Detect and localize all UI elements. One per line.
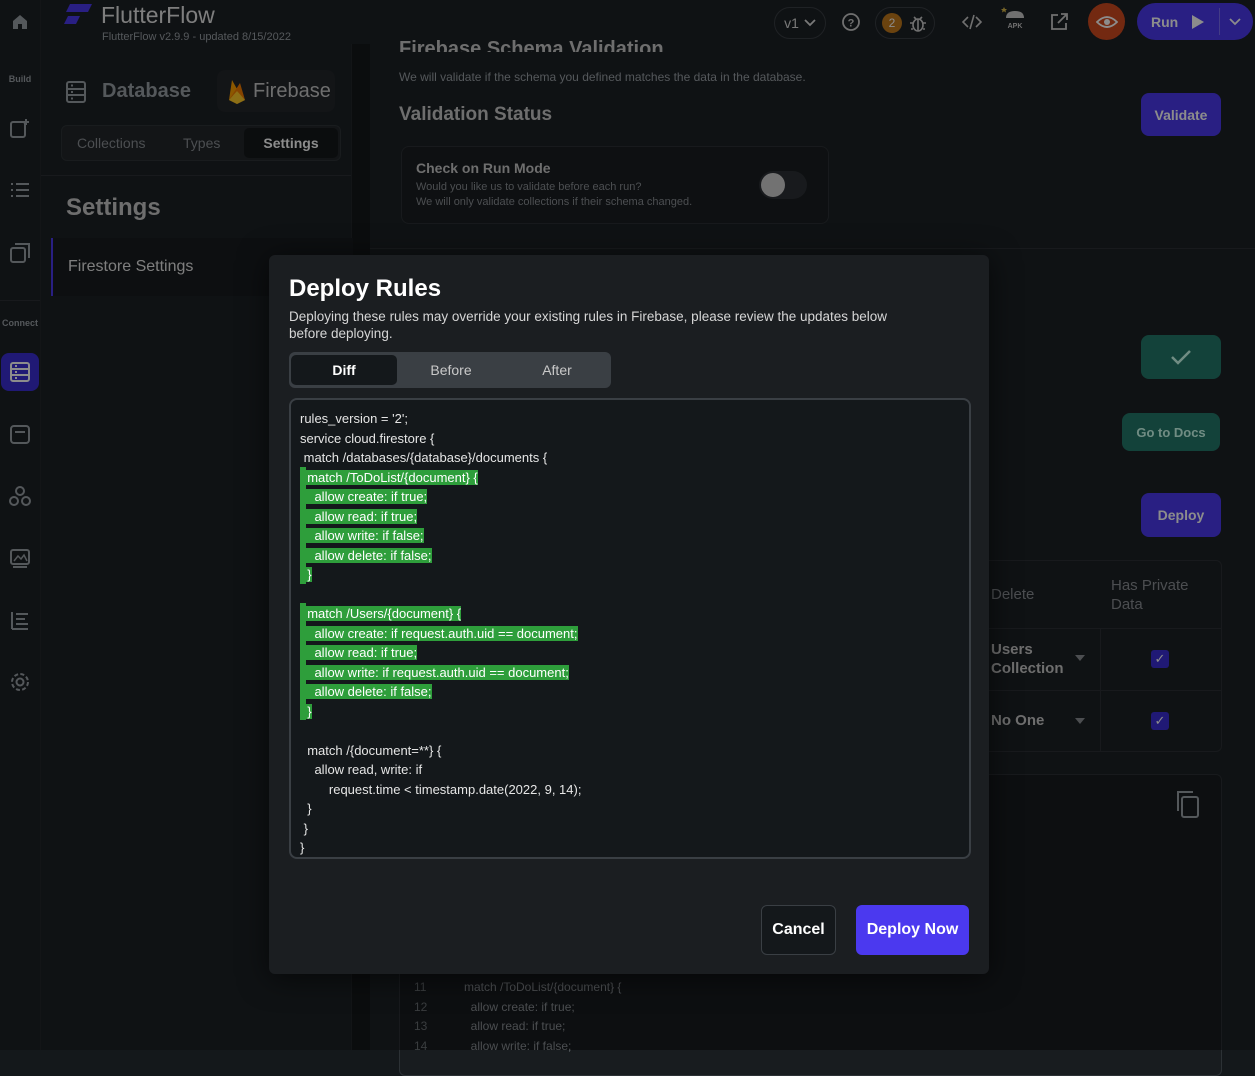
code-line: allow write: if request.auth.uid == docu…	[300, 663, 569, 682]
code-line: match /ToDoList/{document} {	[300, 468, 478, 487]
code-line-text: allow delete: if false;	[300, 684, 432, 699]
code-line: allow read: if true;	[300, 507, 418, 526]
cancel-button[interactable]: Cancel	[761, 905, 836, 955]
code-line-text: allow write: if request.auth.uid == docu…	[300, 664, 569, 680]
code-line-text: match /Users/{document} {	[300, 606, 462, 621]
code-line-text: allow create: if true;	[300, 489, 428, 504]
tab-before[interactable]: Before	[401, 355, 501, 385]
code-line: allow create: if true;	[300, 487, 428, 506]
code-line-text: allow read: if true;	[300, 508, 418, 524]
code-line-text: allow read: if true;	[300, 645, 418, 660]
code-line: allow delete: if false;	[300, 546, 432, 565]
code-line-text: }	[300, 820, 308, 836]
code-line: }	[300, 702, 312, 721]
code-line: allow read, write: if	[300, 760, 422, 779]
code-line-text: match /{document=**} {	[300, 742, 442, 758]
code-line-text: allow create: if request.auth.uid == doc…	[300, 625, 578, 641]
code-line: allow write: if false;	[300, 526, 424, 545]
rules-code-view[interactable]: rules_version = '2'; service cloud.firest…	[289, 398, 971, 859]
code-line-text: }	[300, 840, 305, 855]
dialog-description: Deploying these rules may override your …	[289, 309, 888, 341]
dialog-title: Deploy Rules	[289, 275, 442, 302]
tab-after[interactable]: After	[507, 355, 607, 385]
deploy-rules-dialog: Deploy Rules Deploying these rules may o…	[269, 255, 989, 974]
code-line-text: }	[300, 703, 312, 719]
code-line: match /Users/{document} {	[300, 604, 462, 623]
code-line: }	[300, 565, 312, 584]
code-line: }	[300, 799, 312, 818]
diff-tabs: Diff Before After	[289, 352, 611, 388]
code-line: match /{document=**} {	[300, 741, 441, 760]
code-line-text: allow write: if false;	[300, 528, 424, 543]
code-line-text: service cloud.firestore {	[300, 430, 435, 446]
code-line: allow read: if true;	[300, 643, 418, 662]
code-line: }	[300, 819, 308, 838]
code-line-text: allow delete: if false;	[300, 547, 432, 563]
tab-diff[interactable]: Diff	[291, 355, 397, 385]
code-line: allow delete: if false;	[300, 682, 432, 701]
code-line-text: }	[300, 567, 312, 582]
code-line: service cloud.firestore {	[300, 429, 434, 448]
code-line-text: rules_version = '2';	[300, 411, 408, 426]
code-line-text: match /databases/{database}/documents {	[300, 450, 548, 465]
code-line-text: allow read, write: if	[300, 762, 423, 777]
code-line: }	[300, 838, 304, 857]
code-line: match /databases/{database}/documents {	[300, 448, 548, 467]
code-line-text: match /ToDoList/{document} {	[300, 469, 478, 485]
deploy-now-button[interactable]: Deploy Now	[856, 905, 969, 955]
code-line-text: request.time < timestamp.date(2022, 9, 1…	[300, 781, 582, 797]
code-line: request.time < timestamp.date(2022, 9, 1…	[300, 780, 582, 799]
code-line: allow create: if request.auth.uid == doc…	[300, 624, 578, 643]
code-line: rules_version = '2';	[300, 409, 408, 428]
code-line-text: }	[300, 801, 312, 816]
